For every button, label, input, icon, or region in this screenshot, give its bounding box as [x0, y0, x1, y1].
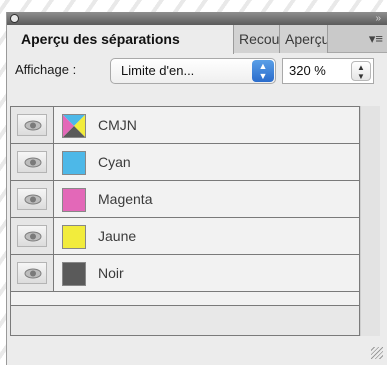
controls-bar: Affichage : Limite d'en... ▲ ▼ 320 % ▲ ▼: [7, 53, 387, 87]
affichage-select[interactable]: Limite d'en... ▲ ▼: [110, 58, 276, 84]
separation-row-magenta[interactable]: Magenta: [11, 181, 359, 218]
separation-row-yellow[interactable]: Jaune: [11, 218, 359, 255]
separation-label: Magenta: [98, 191, 153, 207]
affichage-label: Affichage :: [15, 62, 77, 77]
panel-titlebar[interactable]: »: [7, 12, 387, 25]
eye-icon: [24, 120, 42, 131]
yellow-swatch: [62, 225, 86, 249]
cmyk-swatch: [62, 114, 86, 138]
separation-label: Jaune: [98, 228, 137, 244]
visibility-cell[interactable]: [11, 218, 54, 254]
visibility-toggle[interactable]: [17, 114, 47, 136]
tab-trapping[interactable]: Recouvrement: [234, 25, 280, 53]
list-footer: [10, 306, 360, 336]
eye-icon: [24, 194, 42, 205]
tab-preview[interactable]: Aperçu: [280, 25, 328, 53]
visibility-cell[interactable]: [11, 144, 54, 180]
visibility-toggle[interactable]: [17, 188, 47, 210]
visibility-toggle[interactable]: [17, 262, 47, 284]
tab-bar: Aperçu des séparations Recouvrement Aper…: [7, 25, 387, 54]
collapse-icon[interactable]: »: [375, 12, 381, 25]
black-swatch: [62, 262, 86, 286]
visibility-cell[interactable]: [11, 181, 54, 217]
eye-icon: [24, 157, 42, 168]
tab-separations-preview[interactable]: Aperçu des séparations: [7, 25, 234, 54]
eye-icon: [24, 268, 42, 279]
separation-row-black[interactable]: Noir: [11, 255, 359, 292]
separation-row-cyan[interactable]: Cyan: [11, 144, 359, 181]
visibility-cell[interactable]: [11, 107, 54, 143]
separation-label: Noir: [98, 265, 124, 281]
separation-label: Cyan: [98, 154, 131, 170]
visibility-toggle[interactable]: [17, 225, 47, 247]
separation-row-cmyk[interactable]: CMJN: [11, 107, 359, 144]
zoom-stepper-icon[interactable]: ▲ ▼: [351, 61, 371, 81]
resize-grip-icon[interactable]: [371, 347, 383, 359]
eye-icon: [24, 231, 42, 242]
visibility-cell[interactable]: [11, 255, 54, 291]
affichage-select-value: Limite d'en...: [121, 63, 195, 78]
zoom-field[interactable]: 320 % ▲ ▼: [282, 58, 374, 84]
magenta-swatch: [62, 188, 86, 212]
panel-menu-icon[interactable]: ▾≡: [369, 25, 383, 53]
chevron-updown-icon[interactable]: ▲ ▼: [252, 60, 274, 82]
separation-label: CMJN: [98, 117, 137, 133]
close-icon[interactable]: [10, 14, 19, 23]
separations-list: CMJN Cyan Magenta Jaune Noir: [10, 106, 360, 306]
list-scroll-strip[interactable]: [360, 106, 380, 336]
cyan-swatch: [62, 151, 86, 175]
zoom-value: 320 %: [289, 63, 326, 78]
visibility-toggle[interactable]: [17, 151, 47, 173]
